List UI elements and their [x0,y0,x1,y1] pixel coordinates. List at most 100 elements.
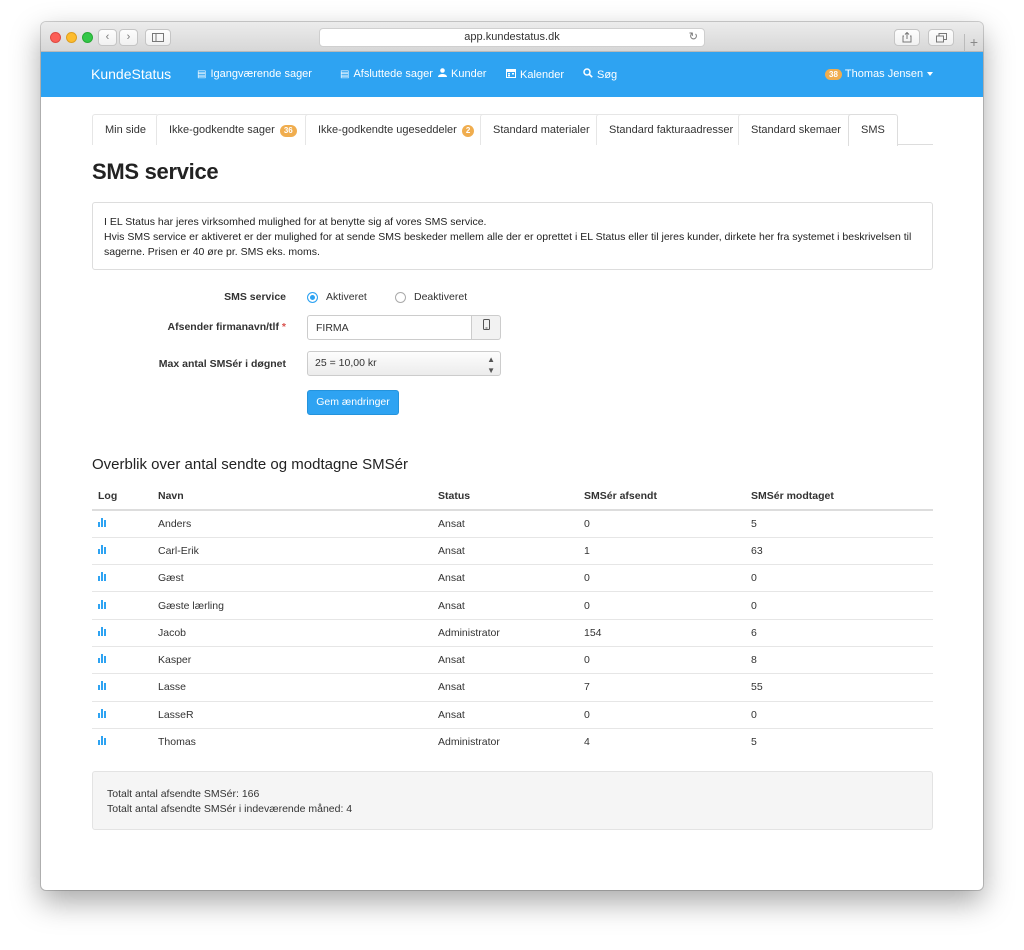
row-name: Kasper [152,646,432,675]
user-icon [438,68,447,80]
sidebar-icon[interactable] [145,29,171,46]
bar-chart-icon[interactable] [98,736,106,746]
table-row: Kasper Ansat 0 8 [92,646,933,675]
reload-icon[interactable]: ↻ [689,29,698,46]
row-name: Lasse [152,673,432,702]
row-sent: 0 [578,646,745,675]
zoom-window-button[interactable] [82,32,93,43]
nav-label: Igangværende sager [210,68,312,80]
row-name: LasseR [152,701,432,729]
bar-chart-icon[interactable] [98,681,106,691]
table-row: Thomas Administrator 4 5 [92,728,933,755]
search-icon [583,68,593,81]
bar-chart-icon[interactable] [98,599,106,609]
bar-chart-icon[interactable] [98,708,106,718]
nav-label: Kalender [520,68,565,81]
sms-service-label: SMS service [224,291,286,303]
plus-icon[interactable]: + [964,34,983,52]
row-status: Ansat [432,673,578,702]
row-status: Ansat [432,701,578,729]
row-status: Ansat [432,537,578,566]
bar-chart-icon[interactable] [98,626,106,636]
radio-aktiveret[interactable] [307,292,318,303]
nav-item-sog[interactable]: Søg [583,68,617,81]
row-received: 5 [745,510,933,538]
list-icon: ▤ [197,68,207,80]
browser-window: ‹ › app.kundestatus.dk ↻ + KundeStatus ▤… [41,22,983,890]
sender-input[interactable] [307,315,472,340]
tabs-icon[interactable] [928,29,954,46]
row-status: Ansat [432,646,578,675]
app-navbar: KundeStatus ▤ Igangværende sager ▤ Afslu… [41,52,983,97]
chevron-right-icon[interactable]: › [119,29,138,46]
row-sent: 7 [578,673,745,702]
radio-aktiveret-label[interactable]: Aktiveret [326,291,367,303]
nav-item-kunder[interactable]: Kunder [438,68,486,80]
row-name: Gæste lærling [152,591,432,620]
radio-deaktiveret[interactable] [395,292,406,303]
brand-logo[interactable]: KundeStatus [91,66,171,82]
row-sent: 0 [578,701,745,729]
caret-down-icon [927,72,934,76]
row-status: Administrator [432,619,578,647]
column-header-sent: SMSér afsendt [578,483,745,511]
required-marker: * [281,321,286,333]
share-icon[interactable] [894,29,920,46]
url-bar[interactable]: app.kundestatus.dk ↻ [319,28,705,47]
nav-item-afsluttede[interactable]: ▤ Afsluttede sager [340,68,433,80]
nav-item-kalender[interactable]: Kalender [506,68,564,81]
row-status: Ansat [432,564,578,593]
table-header-row: Log Navn Status SMSér afsendt SMSér modt… [92,483,933,511]
table-row: Gæste lærling Ansat 0 0 [92,591,933,620]
max-sms-label: Max antal SMSér i døgnet [158,358,286,370]
save-changes-button[interactable]: Gem ændringer [307,390,399,415]
user-name: Thomas Jensen [844,68,924,80]
row-received: 8 [745,646,933,675]
table-row: Jacob Administrator 154 6 [92,619,933,647]
info-text-line2: Hvis SMS service er aktiveret er der mul… [104,231,912,258]
row-name: Carl-Erik [152,537,432,566]
column-header-navn: Navn [152,483,432,511]
sender-label: Afsender firmanavn/tlf * [168,321,286,333]
tab-label: Standard fakturaadresser [609,124,734,136]
row-received: 0 [745,701,933,729]
nav-item-igangvaerende[interactable]: ▤ Igangværende sager [197,68,312,80]
tab-min-side[interactable]: Min side [92,114,159,145]
chevron-left-icon[interactable]: ‹ [98,29,117,46]
tab-sms[interactable]: SMS [848,114,898,146]
sms-overview-table: Log Navn Status SMSér afsendt SMSér modt… [92,483,933,756]
radio-deaktiveret-label[interactable]: Deaktiveret [414,291,467,303]
table-row: Anders Ansat 0 5 [92,510,933,538]
row-status: Ansat [432,510,578,538]
close-window-button[interactable] [50,32,61,43]
tab-ikke-godkendte-sager[interactable]: Ikke-godkendte sager 36 [156,114,310,145]
overview-title: Overblik over antal sendte og modtagne S… [92,456,409,473]
user-menu[interactable]: 38 Thomas Jensen [825,68,934,80]
row-received: 0 [745,591,933,620]
table-row: Lasse Ansat 7 55 [92,673,933,702]
column-header-log: Log [92,483,152,511]
bar-chart-icon[interactable] [98,654,106,664]
row-sent: 154 [578,619,745,647]
row-sent: 0 [578,510,745,538]
bar-chart-icon[interactable] [98,517,106,527]
max-sms-select[interactable]: 25 = 10,00 kr ▲ ▼ [307,351,501,376]
bar-chart-icon[interactable] [98,544,106,554]
row-received: 55 [745,673,933,702]
tab-standard-skemaer[interactable]: Standard skemaer [738,114,854,145]
row-name: Jacob [152,619,432,647]
tab-ikke-godkendte-ugeseddeler[interactable]: Ikke-godkendte ugeseddeler 2 [305,114,488,145]
bar-chart-icon[interactable] [98,572,106,582]
mobile-phone-icon[interactable] [471,315,501,340]
tab-label: Ikke-godkendte ugeseddeler [318,124,457,136]
row-received: 63 [745,537,933,566]
tab-standard-fakturaadresser[interactable]: Standard fakturaadresser [596,114,747,145]
nav-label: Søg [597,68,618,81]
nav-label: Afsluttede sager [353,68,433,80]
tab-standard-materialer[interactable]: Standard materialer [480,114,603,145]
sender-label-text: Afsender firmanavn/tlf [167,321,279,333]
table-row: Carl-Erik Ansat 1 63 [92,537,933,566]
settings-tabs: Min side Ikke-godkendte sager 36 Ikke-go… [92,114,933,146]
info-text-line1: I EL Status har jeres virksomhed mulighe… [104,216,487,228]
minimize-window-button[interactable] [66,32,77,43]
